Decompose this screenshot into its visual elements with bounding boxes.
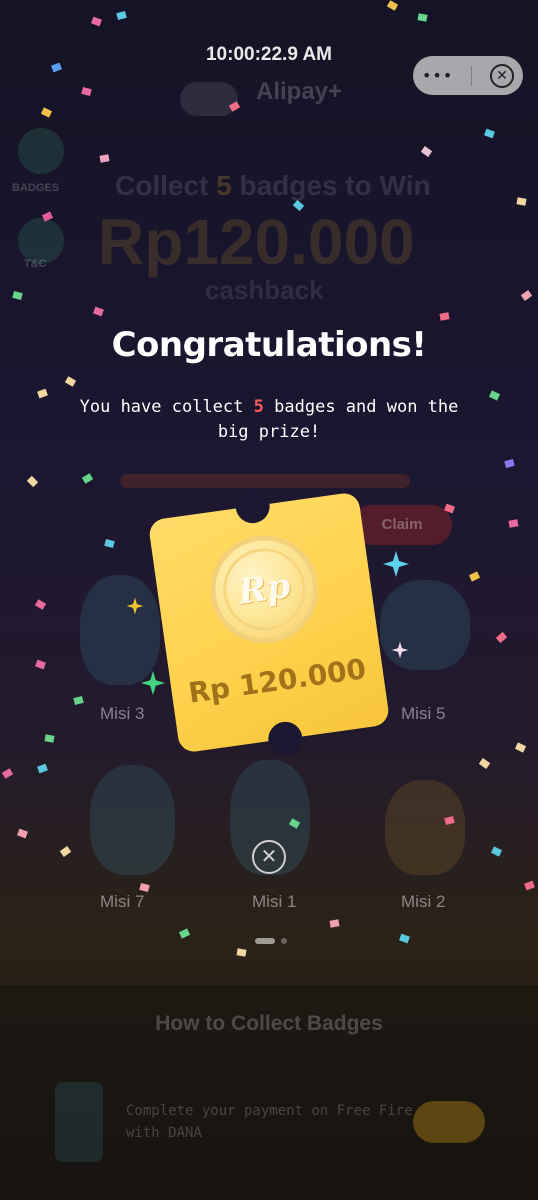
sidebar-item-tnc[interactable]: T&C [24,258,47,270]
how-to-step-text: Complete your payment on Free Fire with … [126,1103,413,1141]
sidebar-item-badges[interactable]: BADGES [12,182,59,194]
mission-label[interactable]: Misi 7 [100,892,144,912]
bg-prize-amount: Rp120.000 [98,206,415,278]
mission-label[interactable]: Misi 5 [401,704,445,724]
coin-symbol: Rp [218,543,311,636]
modal-title: Congratulations! [111,325,427,365]
more-options-button[interactable]: ••• [422,66,453,85]
how-to-step-button[interactable] [413,1101,485,1143]
carousel-indicator [255,938,287,944]
partner-logo [180,82,238,116]
bg-prize-sub: cashback [205,275,324,305]
payment-step-icon [55,1082,103,1162]
close-mini-program-button[interactable]: ✕ [490,63,515,88]
how-to-title: How to Collect Badges [155,1012,383,1035]
sparkle-icon [383,551,409,577]
badge-icon[interactable] [18,128,64,174]
sparkle-icon [391,641,409,659]
badge-count: 5 [253,397,264,417]
mission-character [385,780,465,875]
menu-divider [471,65,473,86]
mission-character [80,575,160,685]
confetti-piece [516,197,527,206]
mission-label[interactable]: Misi 1 [252,892,296,912]
modal-message: You have collect 5 badges and won the bi… [79,397,459,442]
claim-button[interactable]: Claim [352,505,452,545]
mini-program-menu: ••• ✕ [413,56,523,95]
mission-label[interactable]: Misi 3 [100,704,144,724]
close-icon: ✕ [496,67,508,84]
confetti-piece [236,948,247,957]
close-modal-button[interactable]: ✕ [252,840,286,874]
confetti-piece [44,734,55,743]
sparkle-icon [140,670,166,696]
confetti-piece [417,13,428,22]
badge-progress-bar [120,474,410,488]
close-icon: ✕ [260,844,278,868]
prize-ticket: Rp Rp 120.000 [147,486,391,759]
sparkle-icon [126,597,144,615]
brand-name: Alipay+ [256,78,343,105]
mission-character [90,765,175,875]
bg-headline: Collect 5 badges to Win [115,170,431,201]
mission-label[interactable]: Misi 2 [401,892,445,912]
